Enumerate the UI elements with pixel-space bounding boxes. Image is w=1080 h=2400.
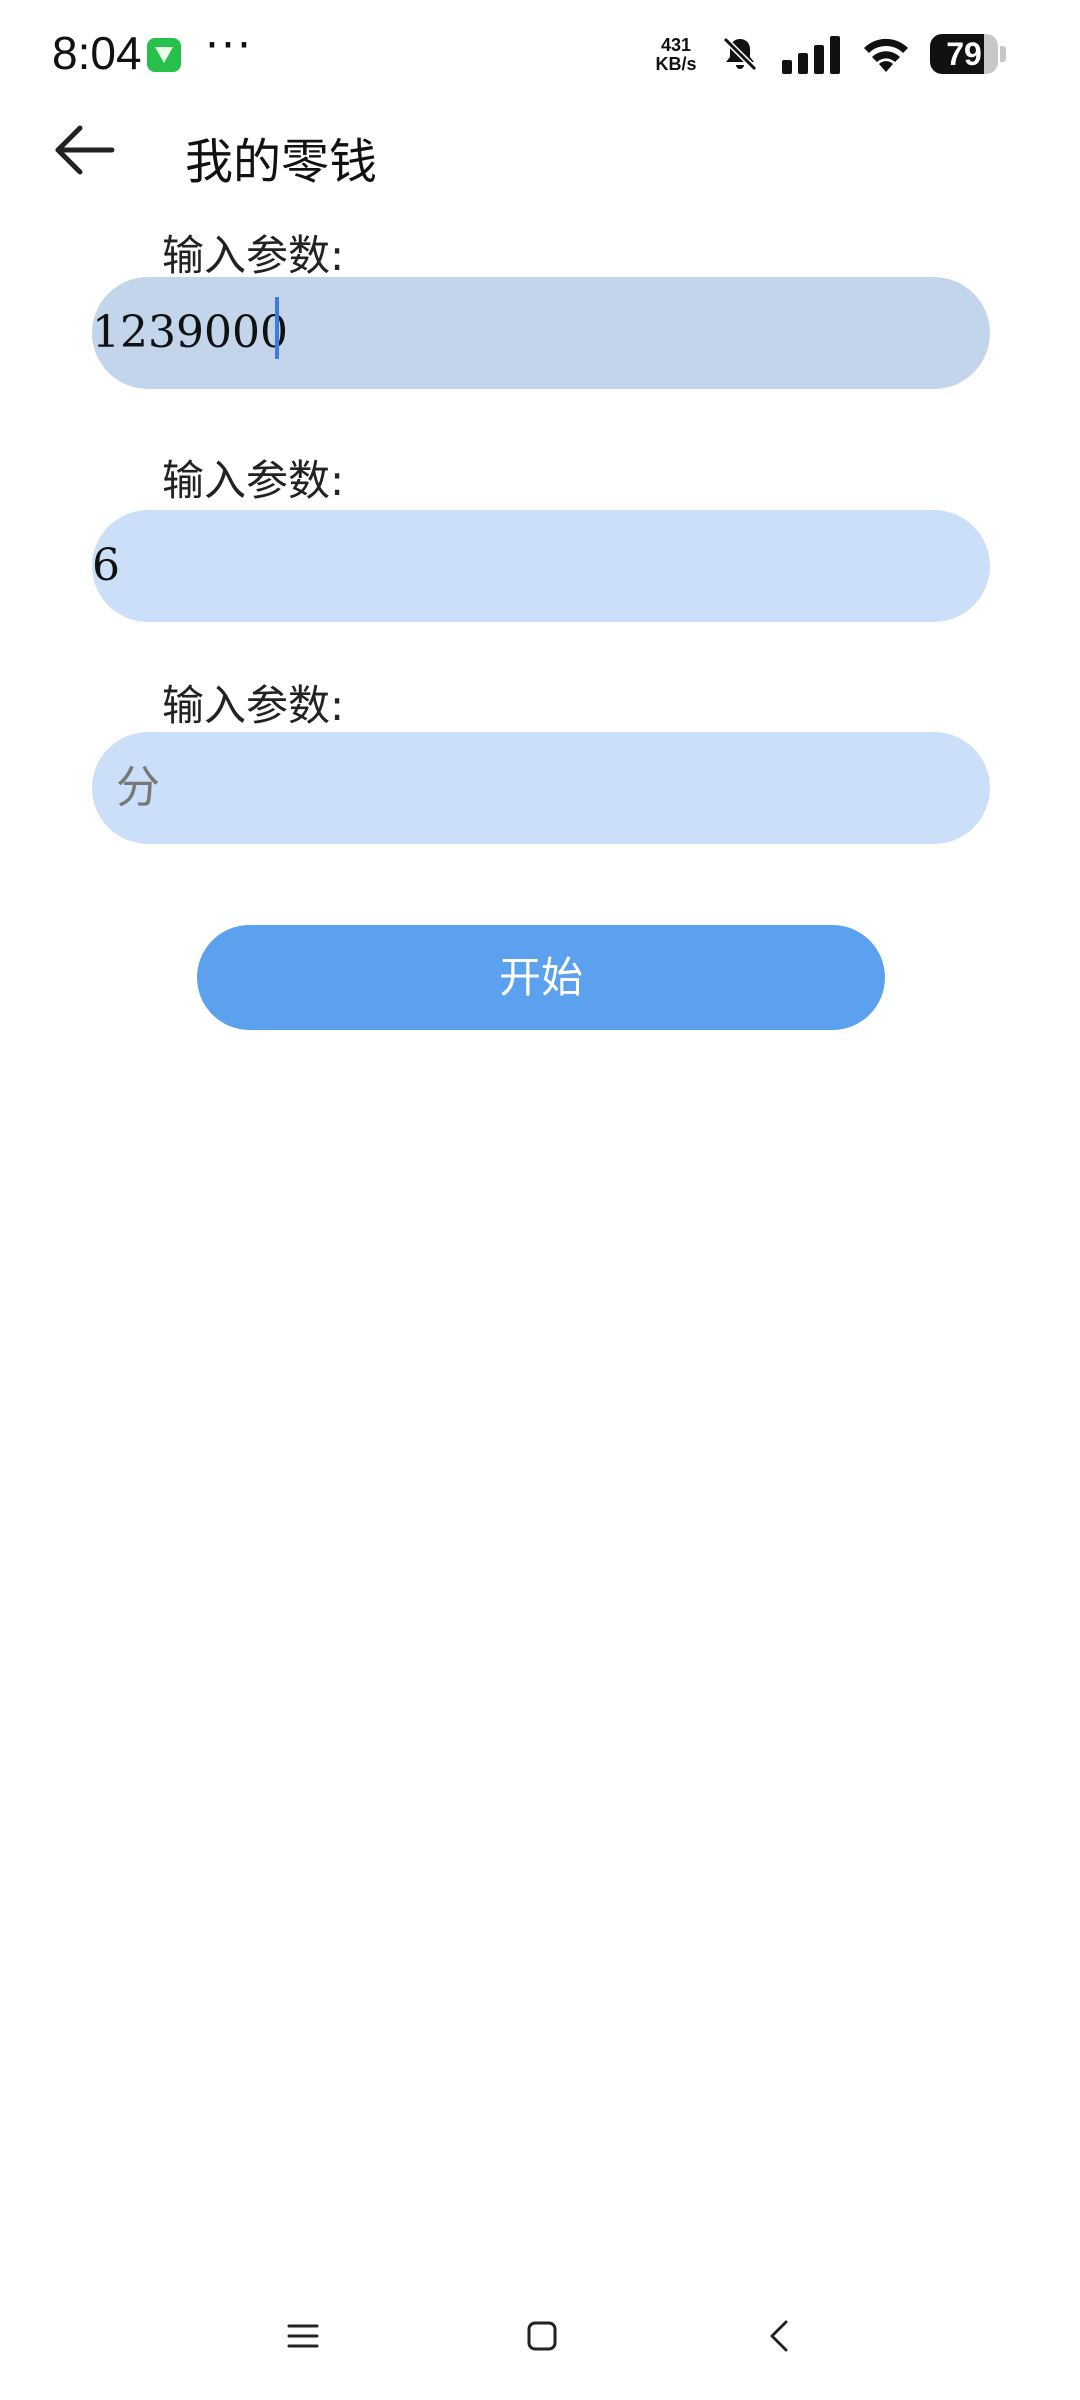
status-bar: 8:04 ··· 431 KB/s 79	[0, 0, 1080, 110]
battery-icon: 79	[930, 34, 1006, 74]
param-input-1[interactable]: 1239000	[92, 277, 990, 389]
bell-off-icon	[722, 36, 758, 72]
network-speed: 431 KB/s	[650, 36, 702, 74]
field-label-3: 输入参数:	[162, 681, 345, 730]
menu-icon[interactable]	[285, 2318, 321, 2354]
param-input-1-value: 1239000	[92, 307, 288, 358]
text-cursor	[275, 297, 279, 359]
param-input-3-placeholder: 分	[116, 762, 160, 813]
green-app-notification-icon	[147, 38, 181, 72]
battery-level: 79	[946, 36, 982, 72]
network-speed-unit: KB/s	[655, 54, 697, 74]
arrow-left-icon[interactable]	[50, 115, 120, 185]
page-title: 我的零钱	[185, 134, 378, 190]
home-icon[interactable]	[524, 2318, 560, 2354]
wifi-icon	[864, 38, 908, 72]
param-input-3[interactable]: 分	[92, 732, 990, 844]
field-label-2: 输入参数:	[162, 456, 345, 505]
param-input-2-value: 6	[92, 540, 120, 591]
start-button[interactable]: 开始	[197, 925, 885, 1030]
more-notifications-icon: ···	[205, 20, 253, 71]
network-speed-value: 431	[660, 35, 692, 55]
signal-icon	[782, 36, 840, 74]
status-time: 8:04	[52, 27, 142, 79]
param-input-2[interactable]: 6	[92, 510, 990, 622]
field-label-1: 输入参数:	[162, 231, 345, 280]
back-icon[interactable]	[760, 2316, 796, 2356]
